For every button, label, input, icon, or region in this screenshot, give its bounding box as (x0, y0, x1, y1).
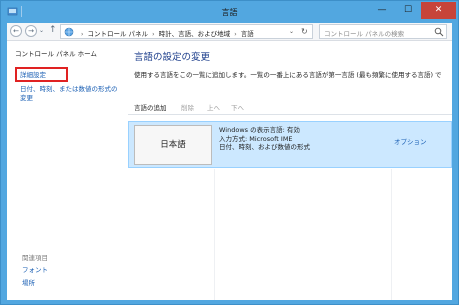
location-link[interactable]: 場所 (22, 279, 35, 288)
navigation-bar: ← → ⌄ ↑ › コントロール パネル › 時計、言語、および地域 › 言語 … (7, 23, 452, 41)
date-time-format: 日付、時刻、および数値の形式 (219, 143, 310, 151)
breadcrumb-separator: › (81, 31, 84, 38)
search-box[interactable]: コントロール パネルの検索 (319, 24, 447, 39)
remove-button[interactable]: 削除 (181, 102, 194, 112)
move-up-button[interactable]: 上へ (207, 102, 220, 112)
display-language-status: Windows の表示言語: 有効 (219, 126, 300, 134)
address-dropdown-icon[interactable]: ⌄ (289, 28, 294, 35)
options-link[interactable]: オプション (394, 136, 427, 146)
globe-clock-icon (64, 27, 74, 37)
back-button[interactable]: ← (10, 25, 22, 37)
breadcrumb-clock-language-region[interactable]: 時計、言語、および地域 (159, 30, 231, 38)
language-window: 言語 — ☐ ✕ ← → ⌄ ↑ › コントロール パネル › 時計、言語、およ… (0, 0, 459, 305)
list-column-divider (391, 169, 392, 300)
forward-button[interactable]: → (25, 25, 37, 37)
language-details: Windows の表示言語: 有効 入力方式: Microsoft IME 日付… (219, 126, 310, 152)
title-bar[interactable]: 言語 — ☐ ✕ (1, 1, 458, 23)
breadcrumb: › コントロール パネル › 時計、言語、および地域 › 言語 (79, 28, 254, 38)
move-down-button[interactable]: 下へ (231, 102, 244, 112)
search-input[interactable]: コントロール パネルの検索 (324, 28, 404, 38)
input-method: 入力方式: Microsoft IME (219, 134, 293, 143)
maximize-button[interactable]: ☐ (395, 2, 421, 19)
control-panel-home-link[interactable]: コントロール パネル ホーム (15, 48, 97, 58)
recent-locations-dropdown[interactable]: ⌄ (39, 27, 44, 34)
list-column-divider (214, 169, 215, 300)
close-button[interactable]: ✕ (421, 2, 456, 19)
language-name-tile[interactable]: 日本語 (134, 125, 212, 165)
add-language-button[interactable]: 言語の追加 (134, 102, 167, 112)
date-time-format-link[interactable]: 日付、時刻、または数値の形式の変更 (20, 85, 120, 103)
toolbar-divider (128, 114, 452, 115)
fonts-link[interactable]: フォント (22, 266, 48, 275)
refresh-icon[interactable]: ↻ (301, 27, 308, 36)
language-list-item[interactable]: 日本語 Windows の表示言語: 有効 入力方式: Microsoft IM… (128, 121, 452, 168)
search-icon[interactable] (434, 27, 444, 37)
up-button[interactable]: ↑ (49, 25, 57, 35)
client-area: ← → ⌄ ↑ › コントロール パネル › 時計、言語、および地域 › 言語 … (7, 23, 452, 300)
breadcrumb-control-panel[interactable]: コントロール パネル (87, 30, 148, 38)
breadcrumb-separator: › (152, 31, 155, 38)
related-title: 関連項目 (22, 254, 48, 262)
page-title: 言語の設定の変更 (134, 52, 211, 63)
address-bar[interactable]: › コントロール パネル › 時計、言語、および地域 › 言語 ⌄ ↻ (60, 24, 313, 39)
breadcrumb-language[interactable]: 言語 (241, 30, 254, 38)
language-toolbar: 言語の追加 削除 上へ 下へ (134, 102, 452, 113)
breadcrumb-separator: › (234, 31, 237, 38)
page-description: 使用する言語をこの一覧に追加します。一覧の一番上にある言語が第一言語 (最も頻繁… (134, 71, 442, 79)
advanced-settings-link[interactable]: 詳細設定 (20, 71, 46, 80)
minimize-button[interactable]: — (369, 2, 395, 19)
